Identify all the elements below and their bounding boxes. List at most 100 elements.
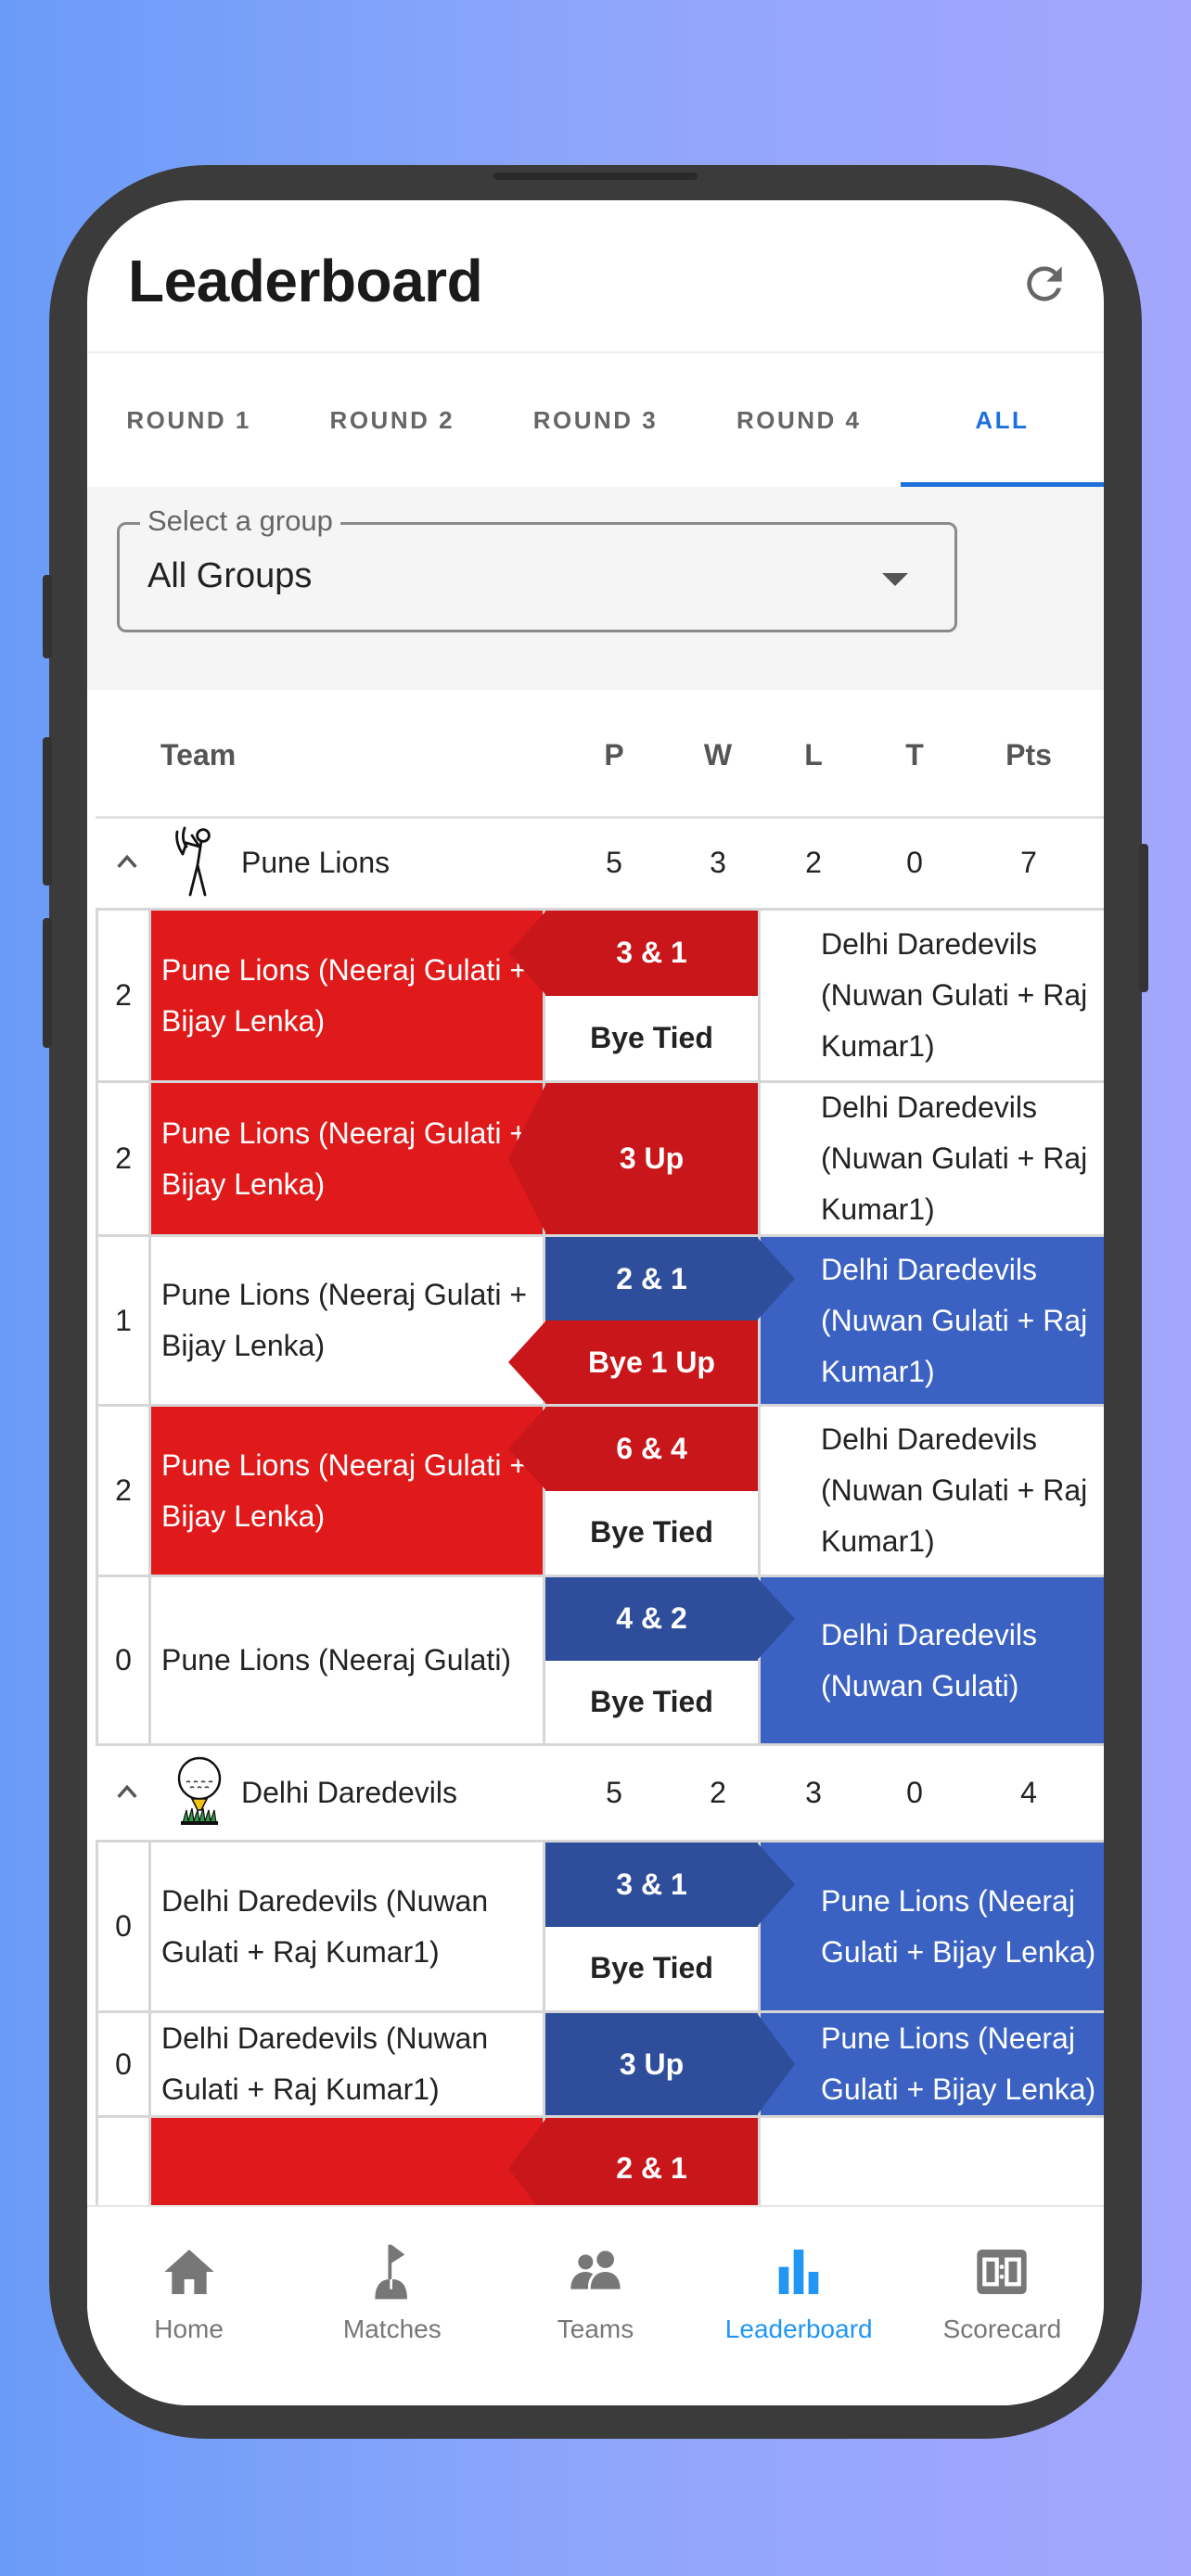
tab-round-2[interactable]: ROUND 2 (290, 353, 493, 487)
golf-ball-on-tee-icon (170, 1754, 229, 1833)
column-header-t: T (905, 738, 924, 772)
team-name: Pune Lions (241, 846, 391, 879)
match-points: 2 (96, 911, 151, 1080)
team-row[interactable]: Delhi Daredevils 5 2 3 0 4 (96, 1746, 1104, 1843)
team-name: Delhi Daredevils (241, 1775, 457, 1809)
refresh-icon[interactable] (1018, 258, 1070, 310)
phone-speaker (493, 172, 698, 180)
match-score: 6 & 4 Bye Tied (545, 1407, 758, 1575)
chevron-up-icon[interactable] (114, 1779, 140, 1804)
page-title: Leaderboard (128, 248, 483, 314)
group-select-value: All Groups (147, 556, 313, 595)
score-segment: 3 Up (545, 1083, 758, 1234)
score-segment: Bye Tied (590, 1515, 713, 1549)
team-stat-pts: 7 (1020, 846, 1037, 879)
match-points: 2 (96, 1407, 151, 1575)
phone-side-button (43, 918, 52, 1048)
golfer-icon (170, 824, 229, 903)
column-header-p: P (604, 738, 624, 772)
score-segment: 3 & 1 (545, 911, 758, 996)
app-header: Leaderboard (87, 200, 1104, 353)
team-stat-w: 2 (710, 1775, 726, 1809)
left-team: Delhi Daredevils (Nuwan (151, 2118, 545, 2205)
score-segment: 3 & 1 (545, 1843, 758, 1927)
dropdown-arrow-icon (882, 573, 908, 586)
nav-item-scorecard[interactable]: Scorecard (901, 2207, 1104, 2405)
left-team: Pune Lions (Neeraj Gulati + Bijay Lenka) (151, 1083, 545, 1234)
left-team: Pune Lions (Neeraj Gulati) (151, 1577, 545, 1743)
match-score: 2 & 1 (545, 2118, 758, 2205)
right-team: Pune Lions (Neeraj (758, 2118, 1104, 2205)
column-header-w: W (703, 738, 733, 772)
right-team: Delhi Daredevils (Nuwan Gulati + Raj Kum… (758, 1237, 1104, 1404)
match-score: 3 & 1 Bye Tied (545, 1843, 758, 2010)
team-stat-l: 3 (805, 1775, 822, 1809)
team-row[interactable]: Pune Lions 5 3 2 0 7 (96, 819, 1104, 911)
team-stat-l: 2 (805, 846, 822, 879)
match-row[interactable]: 0 Delhi Daredevils (Nuwan Gulati + Raj Ku… (96, 1843, 1104, 2013)
right-team: Delhi Daredevils (Nuwan Gulati + Raj Kum… (758, 1083, 1104, 1234)
group-select[interactable]: Select a group All Groups (117, 504, 957, 632)
match-score: 2 & 1 Bye 1 Up (545, 1237, 758, 1404)
match-row[interactable]: 2Delhi Daredevils (Nuwan2 & 1Pune Lions … (96, 2118, 1104, 2205)
match-row[interactable]: 2 Pune Lions (Neeraj Gulati + Bijay Lenka… (96, 1083, 1104, 1237)
score-segment: 2 & 1 (545, 1237, 758, 1320)
team-stat-w: 3 (710, 846, 726, 879)
nav-item-teams[interactable]: Teams (493, 2207, 697, 2405)
nav-item-matches[interactable]: Matches (290, 2207, 493, 2405)
chevron-up-icon[interactable] (114, 848, 140, 874)
nav-item-home[interactable]: Home (87, 2207, 290, 2405)
team-stat-t: 0 (906, 846, 923, 879)
tab-round-3[interactable]: ROUND 3 (493, 353, 697, 487)
right-team: Pune Lions (Neeraj Gulati + Bijay Lenka) (758, 2013, 1104, 2115)
score-segment: Bye Tied (590, 1020, 713, 1054)
phone-side-button (1139, 844, 1148, 992)
filter-area: Select a group All Groups (87, 487, 1104, 690)
leaderboard-table[interactable]: Team P W L T Pts Pune Lions 5 3 2 0 7 2 Pune Li… (87, 690, 1104, 2205)
team-stat-p: 5 (606, 846, 622, 879)
score-segment: 6 & 4 (545, 1407, 758, 1491)
match-row[interactable]: 0 Pune Lions (Neeraj Gulati) 4 & 2 Bye Tied… (96, 1577, 1104, 1746)
left-team: Delhi Daredevils (Nuwan Gulati + Raj Kum… (151, 1843, 545, 2010)
match-row[interactable]: 2 Pune Lions (Neeraj Gulati + Bijay Lenka… (96, 911, 1104, 1083)
match-score: 4 & 2 Bye Tied (545, 1577, 758, 1743)
left-team: Pune Lions (Neeraj Gulati + Bijay Lenka) (151, 1407, 545, 1575)
match-row[interactable]: 2 Pune Lions (Neeraj Gulati + Bijay Lenka… (96, 1407, 1104, 1577)
group-select-label: Select a group (140, 504, 340, 538)
left-team: Delhi Daredevils (Nuwan Gulati + Raj Kum… (151, 2013, 545, 2115)
people-icon (566, 2242, 625, 2302)
nav-label: Teams (557, 2315, 634, 2343)
match-points: 0 (96, 1577, 151, 1743)
column-header-team: Team (160, 738, 237, 772)
match-row[interactable]: 1 Pune Lions (Neeraj Gulati + Bijay Lenka… (96, 1237, 1104, 1407)
nav-label: Leaderboard (724, 2315, 873, 2343)
scoreboard-icon (972, 2242, 1031, 2302)
match-points: 0 (96, 1843, 151, 2010)
match-points: 0 (96, 2013, 151, 2115)
nav-label: Scorecard (942, 2315, 1062, 2343)
score-segment: 4 & 2 (545, 1577, 758, 1661)
match-row[interactable]: 0 Delhi Daredevils (Nuwan Gulati + Raj Ku… (96, 2013, 1104, 2118)
phone-side-button (43, 575, 52, 658)
right-team: Delhi Daredevils (Nuwan Gulati + Raj Kum… (758, 1407, 1104, 1575)
right-team: Delhi Daredevils (Nuwan Gulati + Raj Kum… (758, 911, 1104, 1080)
app-screen: Leaderboard ROUND 1 ROUND 2 ROUND 3 ROUND 4… (87, 200, 1104, 2405)
nav-item-leaderboard[interactable]: Leaderboard (698, 2207, 901, 2405)
nav-label: Matches (342, 2315, 442, 2343)
table-header: Team P W L T Pts (96, 690, 1104, 819)
score-segment: Bye 1 Up (545, 1320, 758, 1404)
bar-chart-icon (769, 2242, 828, 2302)
tab-all[interactable]: ALL (900, 353, 1104, 487)
score-segment: 2 & 1 (545, 2118, 758, 2205)
match-points: 1 (96, 1237, 151, 1404)
score-segment: Bye Tied (590, 1684, 713, 1718)
tab-round-1[interactable]: ROUND 1 (87, 353, 290, 487)
match-score: 3 Up (545, 1083, 758, 1234)
round-tabs: ROUND 1 ROUND 2 ROUND 3 ROUND 4 ALL (87, 353, 1104, 487)
home-icon (160, 2242, 219, 2302)
team-stat-p: 5 (606, 1775, 622, 1809)
column-header-pts: Pts (1005, 738, 1052, 772)
tab-round-4[interactable]: ROUND 4 (698, 353, 901, 487)
match-score: 3 Up (545, 2013, 758, 2115)
team-stat-pts: 4 (1020, 1775, 1037, 1809)
